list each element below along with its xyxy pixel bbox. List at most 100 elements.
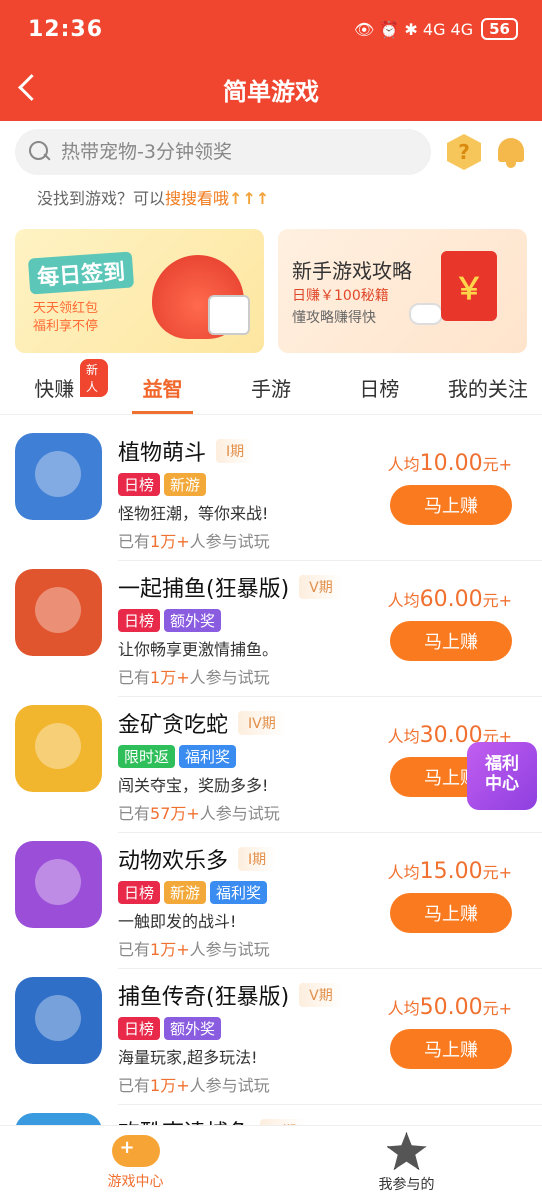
game-row[interactable]: 金矿贪吃蛇 IV期 限时返 福利奖 闯关夺宝，奖励多多! 已有57万+人参与试玩 … [0, 697, 542, 833]
game-players: 已有1万+人参与试玩 [118, 664, 542, 688]
players-suffix: 人参与试玩 [189, 532, 270, 551]
help-question-icon[interactable]: ? [447, 134, 481, 170]
game-period-badge: V期 [299, 983, 343, 1007]
game-row[interactable]: 动物欢乐多 I期 日榜 新游 福利奖 一触即发的战斗! 已有1万+人参与试玩 人均1… [0, 833, 542, 969]
game-tag: 日榜 [118, 881, 161, 904]
tab-label: 益智 [142, 377, 183, 401]
earn-now-button[interactable]: 马上赚 [390, 893, 512, 933]
game-tag: 日榜 [118, 609, 161, 632]
reward-prefix: 人均 [387, 727, 420, 746]
float-line2: 中心 [485, 774, 519, 794]
game-reward: 人均50.00元+ [388, 995, 512, 1020]
welfare-center-float-button[interactable]: 福利 中心 [467, 742, 537, 810]
page-title: 简单游戏 [223, 78, 319, 106]
reward-amount: 60.00 [419, 587, 483, 612]
tab-puzzle[interactable]: 益智 [108, 361, 216, 414]
gamepad-icon [409, 303, 443, 325]
game-icon[interactable] [15, 433, 102, 520]
game-info: 动物欢乐多 I期 日榜 新游 福利奖 一触即发的战斗! 已有1万+人参与试玩 人均1… [118, 833, 542, 969]
daily-checkin-banner[interactable]: 每日签到 天天领红包 福利享不停 [15, 229, 264, 353]
nav-label: 游戏中心 [107, 1174, 164, 1190]
game-name: 植物萌斗 [118, 441, 207, 466]
game-tag: 福利奖 [179, 745, 237, 768]
reward-suffix: 元+ [482, 455, 512, 474]
players-suffix: 人参与试玩 [199, 804, 280, 823]
status-time: 12:36 [28, 16, 104, 42]
reward-suffix: 元+ [482, 999, 512, 1018]
checkin-line2: 福利享不停 [33, 319, 99, 334]
tab-label: 手游 [251, 377, 292, 401]
game-tag: 额外奖 [164, 609, 222, 632]
players-suffix: 人参与试玩 [189, 668, 270, 687]
game-icon[interactable] [15, 841, 102, 928]
top-bar: 12:36 👁 ⏰ ✱ 4G 4G 56 简单游戏 [0, 0, 542, 121]
game-info: 捕鱼传奇(狂暴版) V期 日榜 额外奖 海量玩家,超多玩法! 已有1万+人参与试玩… [118, 969, 542, 1105]
reward-prefix: 人均 [387, 863, 420, 882]
tab-label: 日榜 [359, 377, 400, 401]
players-prefix: 已有 [118, 940, 151, 959]
tab-mobile-games[interactable]: 手游 [217, 361, 325, 414]
game-tag: 限时返 [118, 745, 176, 768]
checkin-line1: 天天领红包 [33, 301, 99, 316]
game-tag: 福利奖 [210, 881, 268, 904]
category-tabs: 快赚 新人 益智 手游 日榜 我的关注 [0, 359, 542, 415]
game-name: 金矿贪吃蛇 [118, 713, 229, 738]
banner-row: 每日签到 天天领红包 福利享不停 新手游戏攻略 日赚￥100秘籍 懂攻略赚得快 … [0, 221, 542, 361]
earn-now-button[interactable]: 马上赚 [390, 485, 512, 525]
game-tag: 日榜 [118, 1017, 161, 1040]
tab-daily-ranking[interactable]: 日榜 [325, 361, 433, 414]
hint-text: 没找到游戏？可以 [37, 189, 166, 208]
game-icon[interactable] [15, 705, 102, 792]
hint-search-link[interactable]: 搜搜看哦 [165, 189, 229, 208]
game-row[interactable]: 一起捕鱼(狂暴版) V期 日榜 额外奖 让你畅享更激情捕鱼。 已有1万+人参与试玩… [0, 561, 542, 697]
game-tag: 日榜 [118, 473, 161, 496]
battery-icon: 56 [481, 18, 518, 40]
players-prefix: 已有 [118, 1076, 151, 1095]
earn-now-button[interactable]: 马上赚 [390, 621, 512, 661]
page-header: 简单游戏 [0, 58, 542, 121]
players-suffix: 人参与试玩 [189, 940, 270, 959]
tab-my-follows[interactable]: 我的关注 [434, 361, 542, 414]
earn-now-button[interactable]: 马上赚 [390, 1029, 512, 1069]
game-tag: 新游 [164, 473, 207, 496]
game-name: 动物欢乐多 [118, 849, 229, 874]
search-input[interactable] [61, 141, 417, 163]
nav-label: 我参与的 [378, 1177, 435, 1193]
search-icon [29, 141, 51, 163]
hint-arrows: ↑↑↑ [229, 189, 270, 208]
players-count: 57万+ [150, 804, 200, 823]
game-tag: 额外奖 [164, 1017, 222, 1040]
game-row[interactable]: 捕鱼传奇(狂暴版) V期 日榜 额外奖 海量玩家,超多玩法! 已有1万+人参与试玩… [0, 969, 542, 1105]
game-period-badge: IV期 [238, 711, 286, 735]
float-line1: 福利 [485, 754, 519, 774]
nav-my-participation[interactable]: 我参与的 [271, 1126, 542, 1200]
players-prefix: 已有 [118, 532, 151, 551]
players-count: 1万+ [150, 532, 190, 551]
players-count: 1万+ [150, 1076, 190, 1095]
status-indicator-icons: 👁 ⏰ ✱ 4G 4G [353, 19, 474, 39]
checkin-title: 每日签到 [27, 251, 135, 295]
reward-amount: 50.00 [419, 995, 483, 1020]
newbie-guide-banner[interactable]: 新手游戏攻略 日赚￥100秘籍 懂攻略赚得快 ￥ [278, 229, 527, 353]
bell-icon[interactable] [495, 134, 527, 170]
game-icon[interactable] [15, 977, 102, 1064]
status-icons: 👁 ⏰ ✱ 4G 4G 56 [354, 18, 518, 40]
search-box[interactable] [15, 129, 431, 175]
game-players: 已有1万+人参与试玩 [118, 528, 542, 552]
guide-line2: 懂攻略赚得快 [292, 310, 376, 326]
back-arrow-icon[interactable] [14, 68, 44, 108]
tab-quick-earn[interactable]: 快赚 新人 [0, 359, 109, 414]
game-icon[interactable] [15, 569, 102, 656]
game-name: 一起捕鱼(狂暴版) [118, 577, 290, 602]
game-period-badge: V期 [299, 575, 343, 599]
tab-label: 我的关注 [447, 377, 528, 401]
players-prefix: 已有 [118, 804, 151, 823]
game-row[interactable]: 植物萌斗 I期 日榜 新游 怪物狂潮，等你来战! 已有1万+人参与试玩 人均10.… [0, 425, 542, 561]
players-suffix: 人参与试玩 [189, 1076, 270, 1095]
nav-game-center[interactable]: 游戏中心 [0, 1126, 271, 1200]
guide-title: 新手游戏攻略 [292, 259, 412, 283]
game-info: 植物萌斗 I期 日榜 新游 怪物狂潮，等你来战! 已有1万+人参与试玩 人均10.… [118, 425, 542, 561]
reward-prefix: 人均 [387, 999, 420, 1018]
reward-prefix: 人均 [387, 455, 420, 474]
reward-suffix: 元+ [482, 863, 512, 882]
